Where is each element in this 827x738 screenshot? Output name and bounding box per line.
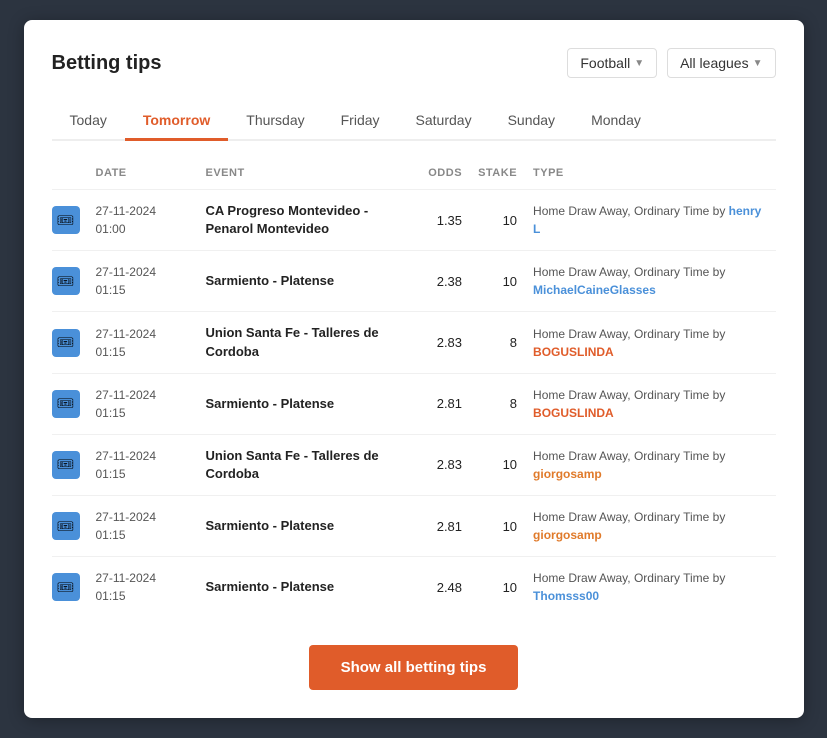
row-stake: 10 bbox=[470, 434, 525, 495]
ticket-icon bbox=[52, 451, 80, 479]
row-date: 27-11-202401:15 bbox=[88, 557, 198, 618]
row-icon-cell bbox=[52, 190, 88, 251]
row-event: Sarmiento - Platense bbox=[198, 557, 411, 618]
row-odds: 2.48 bbox=[410, 557, 470, 618]
table-row: 27-11-202401:15 Union Santa Fe - Tallere… bbox=[52, 312, 776, 373]
row-icon-cell bbox=[52, 373, 88, 434]
row-odds: 2.38 bbox=[410, 251, 470, 312]
ticket-icon bbox=[52, 512, 80, 540]
football-filter-label: Football bbox=[580, 55, 630, 71]
type-text: Home Draw Away, Ordinary Time by bbox=[533, 388, 725, 402]
tips-table: DATE EVENT ODDS STAKE TYPE 27-11-202401:… bbox=[52, 161, 776, 617]
ticket-icon bbox=[52, 573, 80, 601]
type-text: Home Draw Away, Ordinary Time by bbox=[533, 571, 725, 585]
row-event: CA Progreso Montevideo - Penarol Montevi… bbox=[198, 190, 411, 251]
row-event: Sarmiento - Platense bbox=[198, 373, 411, 434]
row-odds: 2.83 bbox=[410, 434, 470, 495]
row-date: 27-11-202401:15 bbox=[88, 434, 198, 495]
row-icon-cell bbox=[52, 557, 88, 618]
type-text: Home Draw Away, Ordinary Time by bbox=[533, 204, 729, 218]
row-event: Union Santa Fe - Talleres de Cordoba bbox=[198, 434, 411, 495]
row-type: Home Draw Away, Ordinary Time by giorgos… bbox=[525, 496, 775, 557]
page-title: Betting tips bbox=[52, 52, 162, 75]
row-date: 27-11-202401:00 bbox=[88, 190, 198, 251]
type-text: Home Draw Away, Ordinary Time by bbox=[533, 510, 725, 524]
filters-container: Football ▼ All leagues ▼ bbox=[567, 48, 775, 78]
row-odds: 1.35 bbox=[410, 190, 470, 251]
table-row: 27-11-202401:15 Sarmiento - Platense 2.4… bbox=[52, 557, 776, 618]
row-stake: 10 bbox=[470, 251, 525, 312]
row-date: 27-11-202401:15 bbox=[88, 312, 198, 373]
row-stake: 8 bbox=[470, 312, 525, 373]
betting-tips-card: Betting tips Football ▼ All leagues ▼ To… bbox=[24, 20, 804, 718]
row-icon-cell bbox=[52, 312, 88, 373]
tab-friday[interactable]: Friday bbox=[323, 102, 398, 141]
row-icon-cell bbox=[52, 251, 88, 312]
row-date: 27-11-202401:15 bbox=[88, 251, 198, 312]
tab-saturday[interactable]: Saturday bbox=[398, 102, 490, 141]
row-event: Sarmiento - Platense bbox=[198, 251, 411, 312]
author-link[interactable]: Thomsss00 bbox=[533, 589, 599, 603]
tab-sunday[interactable]: Sunday bbox=[490, 102, 573, 141]
th-icon bbox=[52, 161, 88, 190]
row-event: Union Santa Fe - Talleres de Cordoba bbox=[198, 312, 411, 373]
tab-monday[interactable]: Monday bbox=[573, 102, 659, 141]
league-filter-btn[interactable]: All leagues ▼ bbox=[667, 48, 775, 78]
table-body: 27-11-202401:00 CA Progreso Montevideo -… bbox=[52, 190, 776, 618]
row-odds: 2.81 bbox=[410, 496, 470, 557]
league-chevron-icon: ▼ bbox=[753, 58, 763, 69]
author-link[interactable]: MichaelCaineGlasses bbox=[533, 283, 656, 297]
row-type: Home Draw Away, Ordinary Time by Thomsss… bbox=[525, 557, 775, 618]
card-header: Betting tips Football ▼ All leagues ▼ bbox=[52, 48, 776, 78]
author-link[interactable]: BOGUSLINDA bbox=[533, 406, 614, 420]
tabs-container: Today Tomorrow Thursday Friday Saturday … bbox=[52, 102, 776, 141]
football-filter-btn[interactable]: Football ▼ bbox=[567, 48, 657, 78]
type-text: Home Draw Away, Ordinary Time by bbox=[533, 449, 725, 463]
row-odds: 2.83 bbox=[410, 312, 470, 373]
row-type: Home Draw Away, Ordinary Time by giorgos… bbox=[525, 434, 775, 495]
type-text: Home Draw Away, Ordinary Time by bbox=[533, 265, 725, 279]
row-stake: 10 bbox=[470, 557, 525, 618]
tab-thursday[interactable]: Thursday bbox=[228, 102, 322, 141]
ticket-icon bbox=[52, 206, 80, 234]
table-row: 27-11-202401:15 Sarmiento - Platense 2.8… bbox=[52, 496, 776, 557]
th-type: TYPE bbox=[525, 161, 775, 190]
show-all-wrap: Show all betting tips bbox=[52, 645, 776, 690]
row-stake: 10 bbox=[470, 190, 525, 251]
row-date: 27-11-202401:15 bbox=[88, 373, 198, 434]
author-link[interactable]: giorgosamp bbox=[533, 528, 602, 542]
ticket-icon bbox=[52, 267, 80, 295]
row-type: Home Draw Away, Ordinary Time by BOGUSLI… bbox=[525, 373, 775, 434]
row-stake: 8 bbox=[470, 373, 525, 434]
author-link[interactable]: giorgosamp bbox=[533, 467, 602, 481]
th-event: EVENT bbox=[198, 161, 411, 190]
author-link[interactable]: BOGUSLINDA bbox=[533, 345, 614, 359]
table-row: 27-11-202401:15 Union Santa Fe - Tallere… bbox=[52, 434, 776, 495]
row-stake: 10 bbox=[470, 496, 525, 557]
table-row: 27-11-202401:15 Sarmiento - Platense 2.8… bbox=[52, 373, 776, 434]
row-icon-cell bbox=[52, 434, 88, 495]
row-odds: 2.81 bbox=[410, 373, 470, 434]
table-row: 27-11-202401:15 Sarmiento - Platense 2.3… bbox=[52, 251, 776, 312]
tab-tomorrow[interactable]: Tomorrow bbox=[125, 102, 228, 141]
show-all-button[interactable]: Show all betting tips bbox=[309, 645, 519, 690]
table-header: DATE EVENT ODDS STAKE TYPE bbox=[52, 161, 776, 190]
th-odds: ODDS bbox=[410, 161, 470, 190]
league-filter-label: All leagues bbox=[680, 55, 749, 71]
th-stake: STAKE bbox=[470, 161, 525, 190]
football-chevron-icon: ▼ bbox=[634, 58, 644, 69]
table-row: 27-11-202401:00 CA Progreso Montevideo -… bbox=[52, 190, 776, 251]
th-date: DATE bbox=[88, 161, 198, 190]
row-type: Home Draw Away, Ordinary Time by henry L bbox=[525, 190, 775, 251]
type-text: Home Draw Away, Ordinary Time by bbox=[533, 327, 725, 341]
ticket-icon bbox=[52, 390, 80, 418]
tab-today[interactable]: Today bbox=[52, 102, 125, 141]
row-date: 27-11-202401:15 bbox=[88, 496, 198, 557]
row-event: Sarmiento - Platense bbox=[198, 496, 411, 557]
row-type: Home Draw Away, Ordinary Time by BOGUSLI… bbox=[525, 312, 775, 373]
row-icon-cell bbox=[52, 496, 88, 557]
row-type: Home Draw Away, Ordinary Time by Michael… bbox=[525, 251, 775, 312]
ticket-icon bbox=[52, 329, 80, 357]
